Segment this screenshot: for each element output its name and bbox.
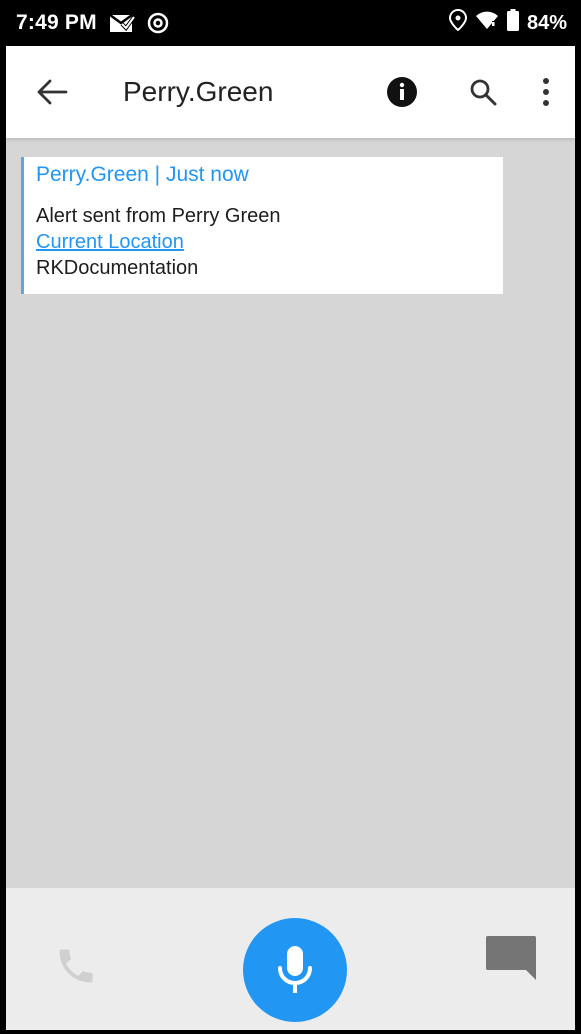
back-arrow-icon — [37, 79, 68, 105]
chat-icon — [486, 936, 536, 980]
message-text: Alert sent from Perry Green — [36, 205, 281, 227]
current-location-link-row: Current Location — [36, 229, 503, 255]
chat-button[interactable] — [484, 934, 538, 982]
more-vert-icon — [543, 78, 549, 106]
location-icon — [448, 8, 467, 37]
current-location-link[interactable]: Current Location — [36, 231, 184, 253]
call-button[interactable] — [54, 944, 98, 988]
microphone-icon — [278, 946, 312, 993]
page-title: Perry.Green — [123, 76, 274, 107]
status-bar: 7:49 PM 84% — [6, 0, 575, 46]
voice-record-button[interactable] — [243, 918, 347, 1022]
mail-check-icon — [109, 12, 135, 34]
app-bar: Perry.Green — [6, 46, 575, 138]
search-button[interactable] — [469, 78, 497, 106]
bottom-action-bar — [6, 888, 575, 1030]
info-icon — [387, 77, 417, 107]
battery-percent: 84% — [526, 11, 567, 34]
wifi-icon — [475, 10, 499, 36]
battery-icon — [506, 9, 519, 37]
back-button[interactable] — [36, 78, 68, 106]
phone-icon — [59, 949, 93, 983]
more-options-button[interactable] — [536, 76, 556, 108]
search-icon — [470, 79, 497, 106]
phone-screen: 7:49 PM 84% Perry.Green Perry.Green | Ju… — [6, 0, 575, 1030]
info-button[interactable] — [386, 76, 418, 108]
status-right-group: 84% — [448, 8, 567, 37]
at-sign-icon — [147, 12, 169, 34]
message-footer-text: RKDocumentation — [36, 257, 199, 279]
message-header: Perry.Green | Just now — [36, 163, 249, 186]
message-card: Perry.Green | Just now Alert sent from P… — [21, 157, 503, 294]
status-time: 7:49 PM — [16, 11, 97, 34]
